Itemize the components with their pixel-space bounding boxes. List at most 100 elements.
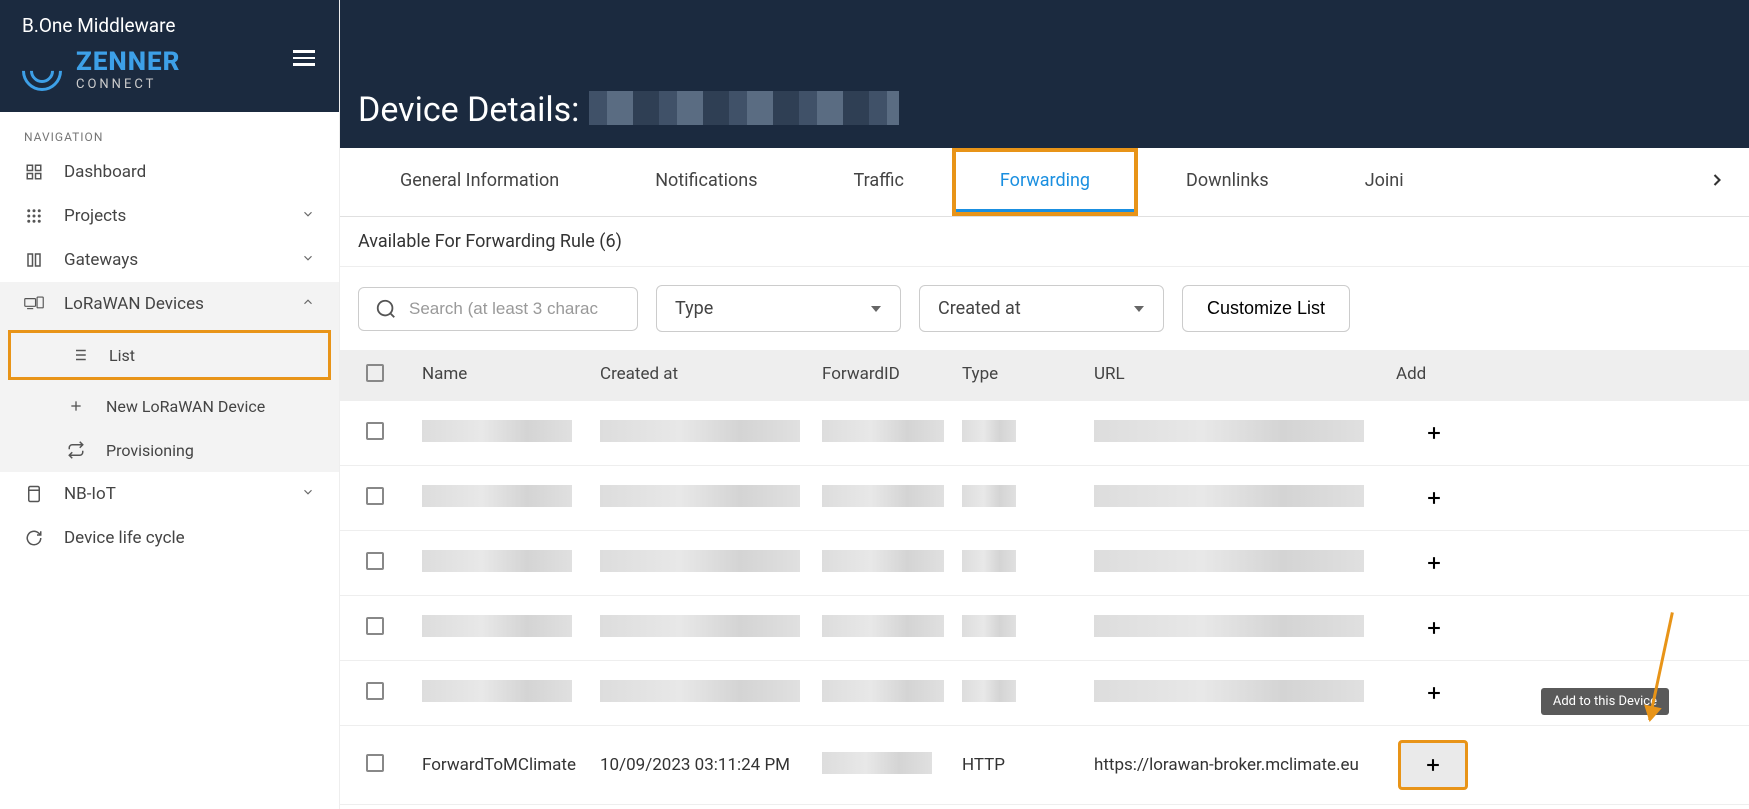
sidebar-item-new-lorawan-device[interactable]: New LoRaWAN Device [0, 384, 339, 428]
tab-notifications[interactable]: Notifications [607, 148, 805, 216]
devices-icon [24, 294, 44, 314]
brand-name: ZENNER [76, 49, 180, 75]
menu-toggle-button[interactable] [293, 46, 315, 70]
sidebar-item-label: Gateways [64, 250, 138, 270]
search-input[interactable] [409, 299, 621, 319]
add-button[interactable] [1416, 480, 1452, 516]
sidebar-item-provisioning[interactable]: Provisioning [0, 428, 339, 472]
column-header-created[interactable]: Created at [600, 364, 822, 387]
sidebar-item-label: NB-IoT [64, 484, 116, 504]
main-header: Device Details: [340, 0, 1749, 148]
column-header-add: Add [1376, 364, 1749, 387]
redacted-value [422, 420, 572, 442]
redacted-value [822, 615, 944, 637]
sidebar-item-label: New LoRaWAN Device [106, 397, 265, 416]
plus-icon [66, 396, 86, 416]
select-all-checkbox[interactable] [366, 364, 384, 382]
row-checkbox[interactable] [366, 487, 384, 505]
dropdown-arrow-icon [870, 303, 882, 315]
redacted-value [422, 615, 572, 637]
redacted-value [422, 680, 572, 702]
sidebar-item-label: Device life cycle [64, 528, 185, 548]
add-button[interactable] [1398, 740, 1468, 790]
add-button[interactable] [1416, 610, 1452, 646]
redacted-value [962, 550, 1016, 572]
row-checkbox[interactable] [366, 552, 384, 570]
plus-icon [1423, 755, 1443, 775]
sidebar-item-list[interactable]: List [8, 330, 331, 380]
brand-sub: CONNECT [76, 77, 180, 92]
lorawan-submenu: List New LoRaWAN Device Provisioning [0, 326, 339, 472]
sidebar-item-gateways[interactable]: Gateways [0, 238, 339, 282]
plus-icon [1424, 553, 1444, 573]
add-button[interactable] [1416, 545, 1452, 581]
nbiot-icon [24, 484, 44, 504]
table-row [340, 466, 1749, 531]
row-checkbox[interactable] [366, 682, 384, 700]
tab-joining[interactable]: Joini [1317, 148, 1412, 216]
sidebar-item-device-life-cycle[interactable]: Device life cycle [0, 516, 339, 560]
redacted-value [600, 485, 800, 507]
sidebar-item-dashboard[interactable]: Dashboard [0, 150, 339, 194]
redacted-value [962, 420, 1016, 442]
created-at-dropdown[interactable]: Created at [919, 285, 1164, 332]
tab-traffic[interactable]: Traffic [806, 148, 952, 216]
table-row [340, 596, 1749, 661]
add-button[interactable] [1416, 675, 1452, 711]
redacted-value [422, 485, 572, 507]
table-row: ForwardToMClimate 10/09/2023 03:11:24 PM… [340, 726, 1749, 805]
table-header-row: Name Created at ForwardID Type URL Add [340, 350, 1749, 401]
lifecycle-icon [24, 528, 44, 548]
sidebar-header: B.One Middleware ZENNER CONNECT [0, 0, 339, 112]
sidebar-item-lorawan-devices[interactable]: LoRaWAN Devices [0, 282, 339, 326]
toolbar: Type Created at Customize List [340, 267, 1749, 350]
redacted-value [822, 485, 944, 507]
redacted-value [1094, 485, 1364, 507]
chevron-down-icon [301, 250, 315, 270]
redacted-value [822, 680, 944, 702]
type-dropdown[interactable]: Type [656, 285, 901, 332]
column-header-type[interactable]: Type [962, 364, 1094, 387]
sidebar-item-label: Provisioning [106, 441, 194, 460]
redacted-value [962, 485, 1016, 507]
tab-downlinks[interactable]: Downlinks [1138, 148, 1317, 216]
column-header-name[interactable]: Name [410, 364, 600, 387]
search-box[interactable] [358, 287, 638, 331]
add-button[interactable] [1416, 415, 1452, 451]
redacted-value [600, 680, 800, 702]
redacted-value [962, 615, 1016, 637]
tabs-scroll-right-button[interactable] [1697, 170, 1737, 194]
brand: ZENNER CONNECT [22, 49, 317, 92]
customize-list-button[interactable]: Customize List [1182, 285, 1350, 332]
redacted-device-name [589, 91, 899, 125]
chevron-up-icon [301, 294, 315, 314]
redacted-value [600, 420, 800, 442]
tab-general-information[interactable]: General Information [352, 148, 607, 216]
sidebar-item-nb-iot[interactable]: NB-IoT [0, 472, 339, 516]
section-label: Available For Forwarding Rule (6) [340, 217, 1749, 267]
row-checkbox[interactable] [366, 617, 384, 635]
table-row [340, 661, 1749, 726]
plus-icon [1424, 618, 1444, 638]
redacted-value [822, 752, 932, 774]
plus-icon [1424, 683, 1444, 703]
sidebar-item-label: LoRaWAN Devices [64, 294, 204, 314]
row-checkbox[interactable] [366, 754, 384, 772]
table-row [340, 531, 1749, 596]
column-header-forwardid[interactable]: ForwardID [822, 364, 962, 387]
cell-type: HTTP [962, 755, 1094, 775]
dashboard-icon [24, 162, 44, 182]
sidebar-item-projects[interactable]: Projects [0, 194, 339, 238]
redacted-value [822, 420, 944, 442]
search-icon [375, 298, 397, 320]
sidebar-item-label: Projects [64, 206, 126, 226]
sidebar-item-label: List [109, 346, 135, 365]
redacted-value [422, 550, 572, 572]
row-checkbox[interactable] [366, 422, 384, 440]
tabs-bar: General Information Notifications Traffi… [340, 148, 1749, 217]
column-header-url[interactable]: URL [1094, 364, 1376, 387]
tab-forwarding[interactable]: Forwarding [956, 152, 1134, 212]
app-title: B.One Middleware [22, 14, 317, 37]
gateway-icon [24, 250, 44, 270]
forwarding-rules-table: Name Created at ForwardID Type URL Add [340, 350, 1749, 805]
